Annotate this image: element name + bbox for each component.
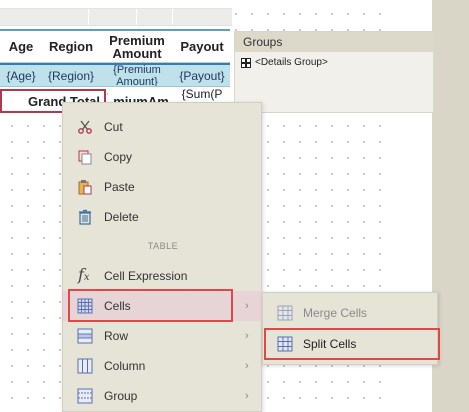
header-cell-age[interactable]: Age	[0, 29, 42, 63]
detail-cell-region[interactable]: {Region}	[42, 63, 100, 87]
menu-item-label: Cut	[104, 120, 123, 134]
submenu-item-merge-cells[interactable]: Merge Cells	[263, 298, 439, 328]
menu-item-label: Group	[104, 389, 138, 403]
paste-icon	[78, 180, 92, 195]
scissors-icon	[78, 120, 92, 134]
submenu-arrow: ›	[245, 360, 249, 372]
group-grid-icon	[241, 57, 251, 68]
merge-cells-label: Merge Cells	[303, 306, 368, 320]
menu-item-label: Delete	[104, 210, 139, 224]
details-group-label: <Details Group>	[255, 57, 328, 68]
row-icon	[77, 328, 93, 344]
detail-cell-payout[interactable]: {Payout}	[174, 63, 230, 87]
menu-item-row[interactable]: Row ›	[63, 321, 263, 351]
menu-item-cell-expression[interactable]: fx Cell Expression	[63, 261, 263, 291]
split-cells-highlight-box	[264, 328, 440, 360]
menu-item-column[interactable]: Column ›	[63, 351, 263, 381]
trash-icon	[79, 209, 91, 225]
menu-section-header: TABLE	[147, 241, 179, 251]
detail-cell-age[interactable]: {Age}	[0, 63, 42, 87]
column-ruler	[0, 8, 232, 26]
header-cell-payout[interactable]: Payout	[174, 29, 230, 63]
detail-cell-premium-amount[interactable]: {Premium Amount}	[100, 63, 174, 87]
menu-item-delete[interactable]: Delete	[63, 202, 263, 232]
header-cell-region[interactable]: Region	[42, 29, 100, 63]
submenu-arrow: ›	[245, 330, 249, 342]
menu-item-label: Cell Expression	[104, 269, 188, 283]
groups-panel: Groups <Details Group>	[234, 31, 434, 113]
header-cell-premium-amount[interactable]: Premium Amount	[100, 29, 174, 63]
column-icon	[77, 358, 93, 374]
copy-icon	[78, 150, 92, 165]
menu-item-cut[interactable]: Cut	[63, 112, 263, 142]
cells-highlight-box	[68, 289, 233, 322]
submenu-arrow: ›	[245, 390, 249, 402]
groups-panel-title: Groups	[235, 32, 433, 52]
function-icon: fx	[78, 265, 90, 284]
menu-item-label: Column	[104, 359, 146, 373]
merge-cells-icon	[277, 305, 293, 321]
submenu-arrow: ›	[245, 300, 249, 312]
menu-item-paste[interactable]: Paste	[63, 172, 263, 202]
context-menu: Cut Copy Paste Delete TABLE fx Cell Expr…	[62, 102, 263, 412]
menu-item-label: Paste	[104, 180, 135, 194]
details-group-item[interactable]: <Details Group>	[235, 52, 433, 68]
menu-item-group[interactable]: Group ›	[63, 381, 263, 411]
menu-item-label: Row	[104, 329, 129, 343]
menu-item-label: Copy	[104, 150, 133, 164]
menu-item-copy[interactable]: Copy	[63, 142, 263, 172]
group-icon	[77, 388, 93, 404]
